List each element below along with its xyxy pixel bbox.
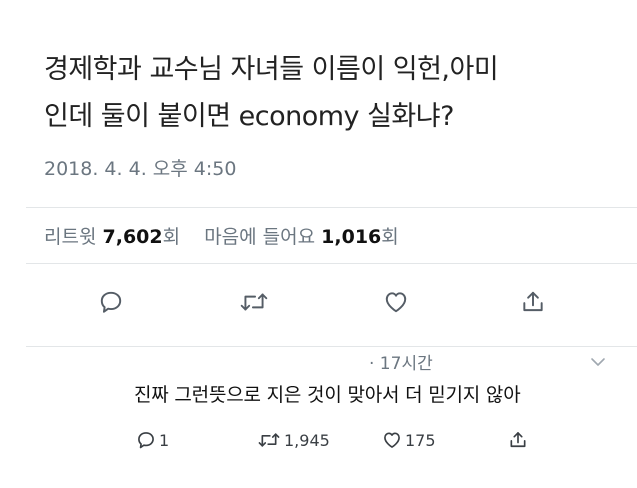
- share-button[interactable]: [515, 284, 551, 320]
- retweet-icon: [240, 293, 268, 311]
- tweet-text: 경제학과 교수님 자녀들 이름이 익헌,아미 인데 둘이 붙이면 economy…: [44, 46, 614, 140]
- chevron-down-icon[interactable]: [588, 352, 608, 372]
- like-stat-unit: 회: [381, 226, 399, 248]
- tweet-timestamp[interactable]: 2018. 4. 4. 오후 4:50: [44, 154, 236, 181]
- share-icon: [510, 432, 526, 448]
- retweet-stat-unit: 회: [162, 226, 181, 248]
- reply-reply-button[interactable]: 1: [136, 426, 169, 454]
- reply-reply-count: 1: [159, 430, 170, 450]
- tweet-text-line-2: 인데 둘이 붙이면 economy 실화냐?: [44, 101, 454, 132]
- divider: [26, 263, 637, 264]
- retweet-button[interactable]: [236, 284, 272, 320]
- reply-action-bar: 1 1,945 175: [0, 426, 637, 454]
- like-stat[interactable]: 마음에 들어요 1,016회: [204, 226, 399, 248]
- reply-like-button[interactable]: 175: [382, 426, 436, 454]
- share-icon: [523, 291, 543, 312]
- reply-icon: [100, 291, 122, 313]
- heart-icon: [385, 292, 407, 313]
- reply-button[interactable]: [93, 284, 129, 320]
- reply-retweet-count: 1,945: [284, 430, 330, 450]
- tweet-stats: 리트윗 7,602회 마음에 들어요 1,016회: [44, 222, 399, 249]
- tweet-text-line-1: 경제학과 교수님 자녀들 이름이 익헌,아미: [44, 54, 499, 85]
- reply-timestamp[interactable]: · 17시간: [369, 349, 433, 374]
- reply-share-button[interactable]: [508, 426, 531, 454]
- retweet-icon: [258, 433, 280, 447]
- reply-retweet-button[interactable]: 1,945: [257, 426, 330, 454]
- like-stat-label: 마음에 들어요: [204, 226, 316, 248]
- divider: [26, 346, 637, 347]
- heart-icon: [384, 432, 400, 448]
- like-button[interactable]: [378, 284, 414, 320]
- retweet-stat-count: 7,602: [102, 226, 163, 248]
- reply-icon: [138, 432, 154, 449]
- like-stat-count: 1,016: [321, 226, 382, 248]
- tweet-action-bar: [0, 284, 637, 320]
- retweet-stat[interactable]: 리트윗 7,602회: [44, 226, 186, 248]
- reply-text: 진짜 그런뜻으로 지은 것이 맞아서 더 믿기지 않아: [134, 384, 521, 406]
- retweet-stat-label: 리트윗: [44, 226, 97, 248]
- reply-like-count: 175: [405, 430, 436, 450]
- divider: [26, 207, 637, 208]
